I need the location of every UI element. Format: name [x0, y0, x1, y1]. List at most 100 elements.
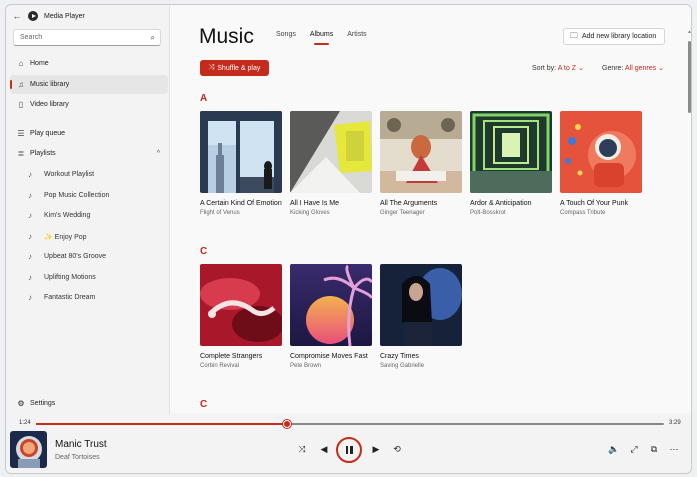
shuffle-icon: ⤨ [208, 64, 215, 71]
album-card[interactable]: All The Arguments Ginger Teenager [380, 111, 462, 216]
previous-icon[interactable]: ◀ [317, 444, 331, 455]
playlist-item[interactable]: ♪ Fantastic Dream [28, 289, 95, 306]
progress-track[interactable] [36, 420, 664, 428]
next-icon[interactable]: ▶ [369, 444, 383, 455]
elapsed-time: 1:24 [19, 420, 31, 426]
genre-label: Genre: [602, 65, 624, 72]
sidebar-item-label: Home [30, 60, 49, 67]
shuffle-play-button[interactable]: ⤨ Shuffle & play [200, 60, 269, 76]
pause-icon [345, 446, 353, 454]
genre-dropdown[interactable]: Genre: All genres ⌄ [602, 64, 664, 72]
sidebar-item-music-library[interactable]: ♫ Music library [10, 75, 168, 94]
album-title: Ardor & Anticipation [470, 200, 532, 207]
search-input[interactable]: Search ⌕ [13, 29, 161, 46]
album-art[interactable] [200, 111, 282, 193]
queue-icon: ☰ [17, 129, 25, 138]
repeat-icon[interactable]: ⟲ [390, 444, 404, 455]
playlist-item[interactable]: ♪ Upbeat 80's Groove [28, 248, 106, 265]
sidebar-item-label: Video library [30, 101, 69, 108]
back-arrow-icon[interactable]: ← [6, 11, 28, 21]
chevron-up-icon[interactable]: ^ [157, 150, 160, 157]
album-art[interactable] [380, 264, 462, 346]
app-logo-icon [28, 11, 38, 21]
tab-albums[interactable]: Albums [310, 31, 333, 45]
album-card[interactable]: Ardor & Anticipation Polt-Bosskrot [470, 111, 552, 216]
tab-artists[interactable]: Artists [347, 31, 366, 38]
chevron-down-icon: ⌄ [577, 65, 584, 72]
sidebar-item-play-queue[interactable]: ☰ Play queue [10, 124, 168, 143]
music-note-icon: ♪ [28, 252, 32, 261]
album-art[interactable] [470, 111, 552, 193]
add-library-label: Add new library location [582, 33, 657, 40]
progress-thumb[interactable] [283, 420, 292, 428]
music-note-icon: ♪ [28, 293, 32, 302]
playlist-label: Workout Playlist [44, 171, 95, 178]
now-playing-art[interactable] [10, 431, 47, 468]
miniplayer-icon[interactable]: ⧉ [647, 444, 661, 455]
music-note-icon: ♪ [28, 170, 32, 179]
add-library-button[interactable]: 🗀 Add new library location [563, 28, 665, 45]
album-title: All I Have Is Me [290, 200, 340, 207]
scroll-up-icon[interactable]: ▲ [687, 29, 691, 35]
section-letter[interactable]: C [200, 399, 207, 410]
sidebar-item-video-library[interactable]: ▯ Video library [10, 95, 168, 114]
media-player-window: ← Media Player – ▢ ✕ Search ⌕ ⌂ Home ♫ M… [5, 4, 692, 474]
album-title: Complete Strangers [200, 353, 263, 360]
album-artist: Ginger Teenager [380, 210, 425, 216]
album-title: A Touch Of Your Punk [560, 200, 628, 207]
album-art[interactable] [290, 111, 372, 193]
album-card[interactable]: Crazy Times Saving Gabrielle [380, 264, 462, 369]
sidebar-item-label: Playlists [30, 150, 56, 157]
scrollbar-thumb[interactable] [688, 41, 691, 113]
video-icon: ▯ [18, 100, 24, 109]
album-art[interactable] [290, 264, 372, 346]
volume-icon[interactable]: 🔈 [607, 444, 621, 455]
search-placeholder: Search [20, 34, 43, 41]
section-letter[interactable]: C [200, 246, 207, 257]
playlist-item[interactable]: ♪ ✨ Enjoy Pop [28, 228, 87, 245]
tab-bar: Songs Albums Artists [276, 31, 367, 45]
album-art[interactable] [200, 264, 282, 346]
player-bar: 1:24 3:29 Manic Trust Deaf Tortoises ⤨ ◀… [6, 413, 691, 473]
music-note-icon: ♪ [28, 211, 32, 220]
music-note-icon: ♫ [18, 80, 24, 89]
album-artist: Corbin Revival [200, 363, 240, 369]
section-letter[interactable]: A [200, 93, 207, 104]
album-art[interactable] [560, 111, 642, 193]
album-card[interactable]: Compromise Moves Fast Pete Brown [290, 264, 372, 369]
playlist-label: Uplifting Motions [44, 274, 96, 281]
album-title: Crazy Times [380, 353, 419, 360]
main-content: Music Songs Albums Artists 🗀 Add new lib… [169, 5, 691, 413]
shuffle-play-label: Shuffle & play [217, 64, 261, 72]
sidebar-item-home[interactable]: ⌂ Home [10, 54, 168, 73]
home-icon: ⌂ [18, 59, 24, 68]
now-playing-title[interactable]: Manic Trust [55, 439, 107, 450]
sidebar-item-playlists[interactable]: ≣ Playlists ^ [10, 144, 168, 163]
shuffle-icon[interactable]: ⤨ [295, 444, 309, 455]
gear-icon: ⚙ [17, 399, 25, 408]
folder-add-icon: 🗀 [570, 30, 578, 40]
music-note-icon: ♪ [28, 232, 32, 241]
sidebar-item-settings[interactable]: ⚙ Settings [10, 399, 55, 408]
album-art[interactable] [380, 111, 462, 193]
pause-button[interactable] [336, 437, 362, 463]
playlist-item[interactable]: ♪ Workout Playlist [28, 166, 94, 183]
progress-fill [36, 423, 288, 425]
page-title: Music [199, 25, 254, 48]
playlist-item[interactable]: ♪ Kim's Wedding [28, 207, 90, 224]
playlist-item[interactable]: ♪ Pop Music Collection [28, 187, 109, 204]
album-card[interactable]: All I Have Is Me Kicking Gloves [290, 111, 372, 216]
album-title: Compromise Moves Fast [290, 353, 368, 360]
sidebar: Search ⌕ ⌂ Home ♫ Music library ▯ Video … [6, 27, 169, 413]
search-icon[interactable]: ⌕ [151, 33, 155, 43]
app-title: Media Player [44, 12, 85, 20]
playlist-item[interactable]: ♪ Uplifting Motions [28, 269, 96, 286]
album-card[interactable]: Complete Strangers Corbin Revival [200, 264, 282, 369]
expand-icon[interactable]: ⤢ [627, 444, 641, 455]
more-icon[interactable]: ⋯ [667, 444, 681, 455]
now-playing-artist[interactable]: Deaf Tortoises [55, 454, 100, 461]
tab-songs[interactable]: Songs [276, 31, 296, 38]
album-card[interactable]: A Certain Kind Of Emotion Flight of Venu… [200, 111, 282, 216]
sort-dropdown[interactable]: Sort by: A to Z ⌄ [532, 64, 584, 72]
album-card[interactable]: A Touch Of Your Punk Compass Tribute [560, 111, 642, 216]
